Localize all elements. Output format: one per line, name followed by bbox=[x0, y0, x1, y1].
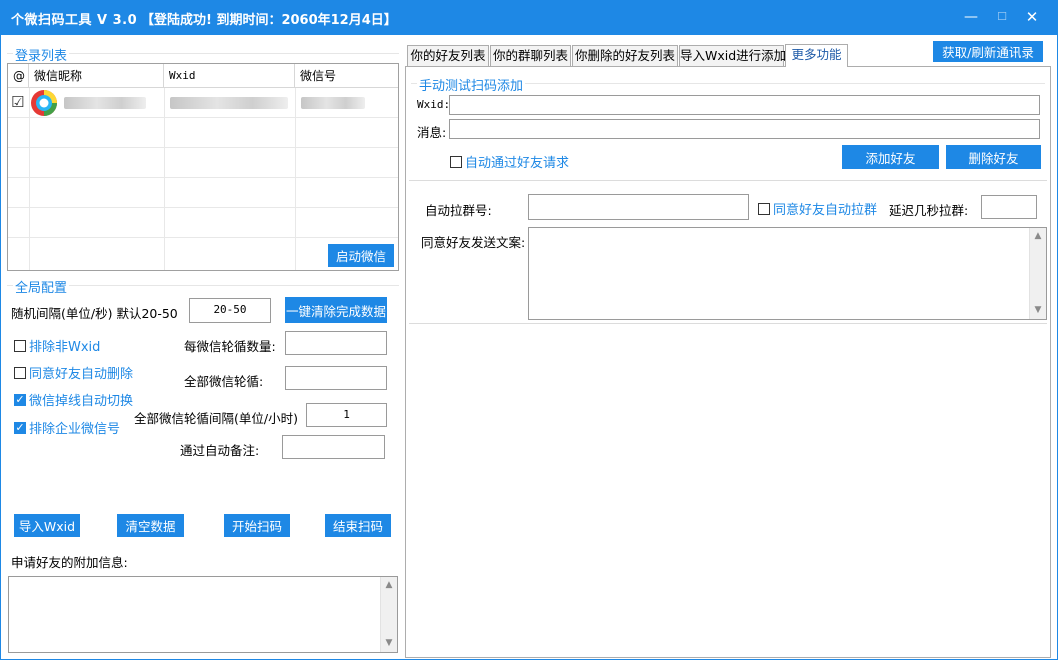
all-interval-input[interactable]: 1 bbox=[306, 403, 387, 427]
checkbox-icon bbox=[450, 155, 462, 168]
row-checkbox[interactable]: ☑ bbox=[11, 93, 24, 111]
agree-auto-pull-label: 同意好友自动拉群 bbox=[773, 203, 878, 218]
per-wechat-rounds-label: 每微信轮循数量: bbox=[184, 339, 276, 354]
section-divider bbox=[409, 180, 1047, 181]
login-status: 【登陆成功! 到期时间：2060年12月4日】 bbox=[141, 13, 397, 28]
checkbox-icon bbox=[14, 366, 26, 379]
end-scan-button[interactable]: 结束扫码 bbox=[325, 514, 391, 537]
import-wxid-button[interactable]: 导入Wxid bbox=[14, 514, 80, 537]
message-label: 消息: bbox=[417, 125, 447, 140]
delay-label: 延迟几秒拉群: bbox=[889, 203, 969, 218]
extra-info-textarea[interactable]: ▲ ▼ bbox=[8, 576, 398, 653]
grid-header: @ 微信昵称 Wxid 微信号 bbox=[8, 64, 398, 88]
section-divider bbox=[409, 323, 1047, 324]
auto-accept-label: 自动通过好友请求 bbox=[465, 156, 570, 171]
wxid-label: Wxid: bbox=[417, 98, 451, 111]
table-row bbox=[8, 148, 398, 178]
manual-test-title: 手动测试扫码添加 bbox=[417, 75, 526, 94]
column-header-nickname: 微信昵称 bbox=[29, 64, 164, 88]
minimize-button[interactable]: — bbox=[956, 5, 986, 29]
global-config-title: 全局配置 bbox=[13, 277, 70, 296]
random-interval-input[interactable]: 20-50 bbox=[189, 298, 271, 323]
blurred-wxid bbox=[170, 97, 288, 109]
column-header-at: @ bbox=[8, 64, 29, 88]
scroll-up-icon[interactable]: ▲ bbox=[381, 577, 397, 594]
wxid-input[interactable] bbox=[449, 95, 1040, 115]
exclude-enterprise-checkbox[interactable]: ✓ 排除企业微信号 bbox=[14, 418, 120, 437]
tab-more-features[interactable]: 更多功能 bbox=[785, 44, 848, 67]
tab-deleted-friends[interactable]: 你删除的好友列表 bbox=[572, 45, 678, 67]
tab-friend-list[interactable]: 你的好友列表 bbox=[407, 45, 489, 67]
scroll-up-icon[interactable]: ▲ bbox=[1030, 228, 1046, 245]
table-row bbox=[8, 208, 398, 238]
close-button[interactable]: ✕ bbox=[1017, 5, 1047, 29]
start-scan-button[interactable]: 开始扫码 bbox=[224, 514, 290, 537]
all-wechat-rounds-input[interactable] bbox=[285, 366, 387, 390]
scroll-down-icon[interactable]: ▼ bbox=[1030, 302, 1046, 319]
tab-import-wxid[interactable]: 导入Wxid进行添加 bbox=[679, 45, 786, 67]
clear-data-button[interactable]: 清空数据 bbox=[117, 514, 184, 537]
agree-auto-delete-checkbox[interactable]: 同意好友自动删除 bbox=[14, 363, 133, 382]
auto-remark-label: 通过自动备注: bbox=[180, 443, 260, 458]
auto-accept-checkbox[interactable]: 自动通过好友请求 bbox=[450, 152, 569, 171]
column-header-wechat-id: 微信号 bbox=[300, 69, 337, 83]
offline-auto-switch-checkbox[interactable]: ✓ 微信掉线自动切换 bbox=[14, 390, 133, 409]
table-row[interactable]: ☑ bbox=[8, 88, 398, 118]
login-list-grid[interactable]: @ 微信昵称 Wxid 微信号 ☑ bbox=[7, 63, 399, 271]
per-wechat-rounds-input[interactable] bbox=[285, 331, 387, 355]
avatar bbox=[30, 89, 58, 117]
delete-friend-button[interactable]: 删除好友 bbox=[946, 145, 1041, 169]
vertical-scrollbar[interactable]: ▲ ▼ bbox=[1029, 228, 1046, 319]
refresh-contacts-button[interactable]: 获取/刷新通讯录 bbox=[933, 41, 1043, 62]
offline-auto-switch-label: 微信掉线自动切换 bbox=[29, 394, 134, 409]
checkbox-icon bbox=[14, 339, 26, 352]
delay-input[interactable] bbox=[981, 195, 1037, 219]
clear-done-data-button[interactable]: 一键清除完成数据 bbox=[285, 297, 387, 323]
table-row bbox=[8, 118, 398, 148]
checkmark-icon: ✓ bbox=[14, 420, 26, 434]
checkmark-icon: ✓ bbox=[14, 392, 26, 406]
all-interval-label: 全部微信轮循间隔(单位/小时) bbox=[134, 411, 298, 426]
blurred-nickname bbox=[64, 97, 146, 109]
exclude-non-wxid-checkbox[interactable]: 排除非Wxid bbox=[14, 336, 100, 355]
app-window: 个微扫码工具 V 3.0 【登陆成功! 到期时间：2060年12月4日】 — ☐… bbox=[0, 0, 1058, 660]
login-list-title: 登录列表 bbox=[13, 45, 70, 64]
send-text-label: 同意好友发送文案: bbox=[421, 235, 526, 250]
agree-auto-delete-label: 同意好友自动删除 bbox=[29, 367, 134, 382]
start-wechat-button[interactable]: 启动微信 bbox=[328, 244, 394, 267]
blurred-wechat-id bbox=[301, 97, 365, 109]
scroll-down-icon[interactable]: ▼ bbox=[381, 635, 397, 652]
all-wechat-rounds-label: 全部微信轮循: bbox=[184, 374, 264, 389]
column-header-wxid: Wxid bbox=[164, 64, 295, 88]
send-text-textarea[interactable]: ▲ ▼ bbox=[528, 227, 1047, 320]
checkbox-icon bbox=[758, 202, 770, 215]
auto-pull-label: 自动拉群号: bbox=[425, 203, 492, 218]
exclude-enterprise-label: 排除企业微信号 bbox=[29, 422, 121, 437]
maximize-button[interactable]: ☐ bbox=[987, 5, 1017, 29]
exclude-non-wxid-label: 排除非Wxid bbox=[29, 340, 101, 355]
add-friend-button[interactable]: 添加好友 bbox=[842, 145, 939, 169]
tab-group-list[interactable]: 你的群聊列表 bbox=[490, 45, 571, 67]
message-input[interactable] bbox=[449, 119, 1040, 139]
table-row bbox=[8, 178, 398, 208]
auto-pull-input[interactable] bbox=[528, 194, 749, 220]
extra-info-label: 申请好友的附加信息: bbox=[11, 555, 128, 570]
agree-auto-pull-checkbox[interactable]: 同意好友自动拉群 bbox=[758, 199, 877, 218]
vertical-scrollbar[interactable]: ▲ ▼ bbox=[380, 577, 397, 652]
app-title: 个微扫码工具 V 3.0 bbox=[11, 13, 138, 28]
random-interval-label: 随机间隔(单位/秒) 默认20-50 bbox=[11, 306, 178, 321]
auto-remark-input[interactable] bbox=[282, 435, 385, 459]
title-bar: 个微扫码工具 V 3.0 【登陆成功! 到期时间：2060年12月4日】 — ☐… bbox=[1, 1, 1057, 35]
